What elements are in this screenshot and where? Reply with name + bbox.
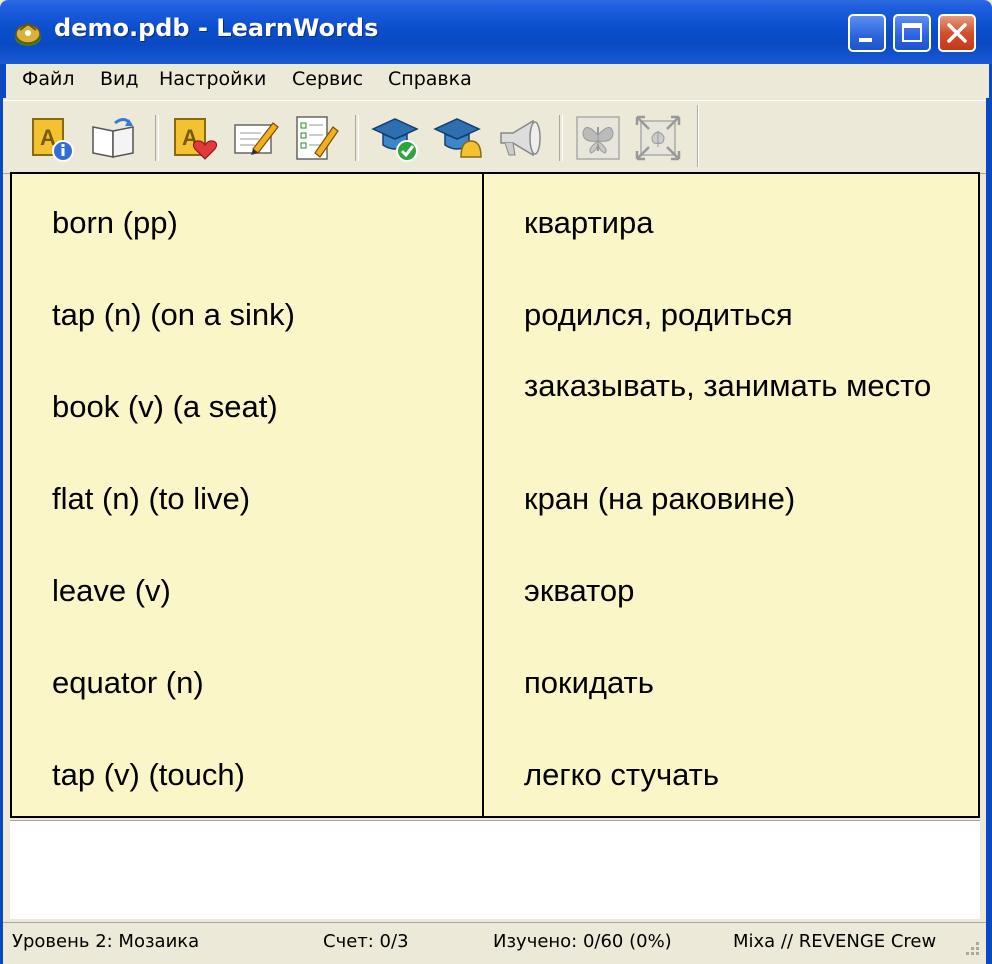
english-word[interactable]: tap (v) (touch) xyxy=(52,754,245,796)
russian-words-column: квартира родился, родиться заказывать, з… xyxy=(484,174,978,816)
english-word[interactable]: equator (n) xyxy=(52,662,204,704)
toolbar-band: A A xyxy=(13,105,699,167)
resize-grip-icon[interactable] xyxy=(961,937,981,957)
menu-file[interactable]: Файл xyxy=(20,68,77,90)
window-frame-right xyxy=(986,64,992,964)
maximize-button[interactable] xyxy=(893,14,931,52)
toolbar-separator xyxy=(355,115,359,161)
megaphone-icon[interactable] xyxy=(495,113,545,163)
menu-service[interactable]: Сервис xyxy=(290,68,365,90)
russian-word[interactable]: покидать xyxy=(524,662,944,704)
menu-help[interactable]: Справка xyxy=(386,68,474,90)
russian-word[interactable]: кран (на раковине) xyxy=(524,478,944,520)
toolbar-separator xyxy=(559,115,563,161)
russian-word[interactable]: легко стучать xyxy=(524,754,944,796)
english-word[interactable]: leave (v) xyxy=(52,570,171,612)
fullscreen-icon[interactable] xyxy=(633,113,683,163)
status-credit: Mixa // REVENGE Crew xyxy=(733,931,937,952)
toolbar: A A xyxy=(3,100,986,174)
edit-word-icon[interactable] xyxy=(231,113,281,163)
word-mosaic: born (pp) tap (n) (on a sink) book (v) (… xyxy=(10,172,980,818)
toolbar-separator xyxy=(155,115,159,161)
maximize-icon xyxy=(902,23,922,42)
app-icon[interactable] xyxy=(12,16,44,48)
russian-word[interactable]: экватор xyxy=(524,570,944,612)
close-icon xyxy=(947,23,967,43)
minimize-button[interactable] xyxy=(848,14,886,52)
title-bar[interactable]: demo.pdb - LearnWords xyxy=(0,0,992,64)
russian-word[interactable]: заказывать, занимать место xyxy=(524,365,944,407)
english-word[interactable]: book (v) (a seat) xyxy=(52,386,278,428)
status-bar: Уровень 2: Мозаика Счет: 0/3 Изучено: 0/… xyxy=(3,922,986,964)
menu-view[interactable]: Вид xyxy=(98,68,141,90)
russian-word[interactable]: квартира xyxy=(524,202,944,244)
status-level: Уровень 2: Мозаика xyxy=(12,931,200,952)
english-word[interactable]: born (pp) xyxy=(52,202,178,244)
window-frame-left xyxy=(0,64,3,964)
graduate-check-icon[interactable] xyxy=(371,113,421,163)
window-title: demo.pdb - LearnWords xyxy=(54,14,379,42)
close-button[interactable] xyxy=(938,14,976,52)
info-pane xyxy=(10,820,980,919)
open-book-icon[interactable] xyxy=(89,113,139,163)
english-words-column: born (pp) tap (n) (on a sink) book (v) (… xyxy=(12,174,484,816)
butterfly-icon[interactable] xyxy=(573,113,623,163)
favorites-icon[interactable]: A xyxy=(169,113,219,163)
english-word[interactable]: tap (n) (on a sink) xyxy=(52,294,295,336)
menu-bar: Файл Вид Настройки Сервис Справка xyxy=(3,64,989,98)
minimize-icon xyxy=(859,38,872,42)
dictionary-info-icon[interactable]: A xyxy=(27,113,77,163)
english-word[interactable]: flat (n) (to live) xyxy=(52,478,250,520)
russian-word[interactable]: родился, родиться xyxy=(524,294,944,336)
menu-settings[interactable]: Настройки xyxy=(157,68,268,90)
checklist-edit-icon[interactable] xyxy=(291,113,341,163)
status-learned: Изучено: 0/60 (0%) xyxy=(493,931,672,952)
status-score: Счет: 0/3 xyxy=(323,931,409,952)
graduate-bell-icon[interactable] xyxy=(433,113,483,163)
app-window: demo.pdb - LearnWords Файл Вид Настройки… xyxy=(0,0,992,964)
